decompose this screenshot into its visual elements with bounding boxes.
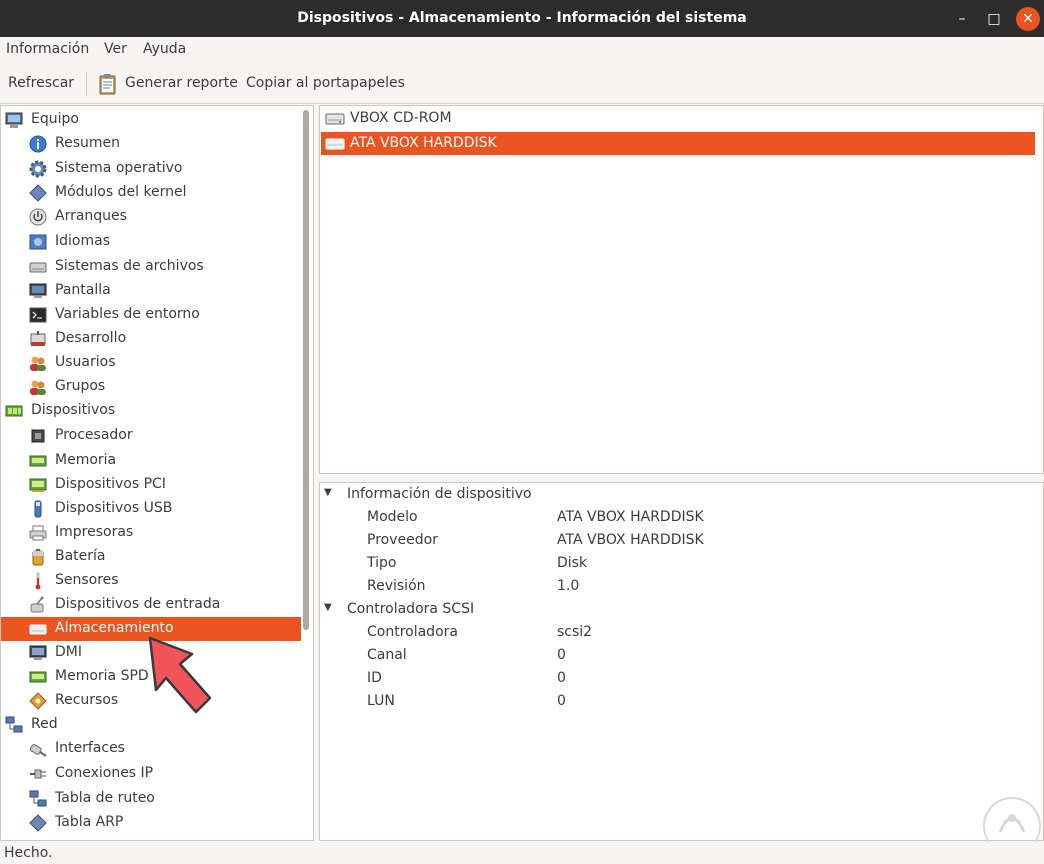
cdrom-icon (325, 113, 345, 125)
menu-bar: Información Ver Ayuda (0, 37, 1044, 63)
sidebar-item-dispositivos-pci[interactable]: Dispositivos PCI (1, 473, 301, 497)
diamond-icon (29, 184, 47, 202)
monitor-icon (29, 283, 47, 298)
sidebar-item-sistemas-archivos[interactable]: Sistemas de archivos (1, 255, 301, 279)
arp-icon (29, 814, 47, 832)
sidebar-item-arranques[interactable]: Arranques (1, 205, 301, 229)
sidebar-item-procesador[interactable]: Procesador (1, 424, 301, 448)
toolbar: Refrescar Generar reporte Copiar al port… (0, 63, 1044, 104)
minimize-button[interactable]: – (950, 7, 974, 31)
menu-informacion[interactable]: Información (6, 41, 89, 57)
sidebar-item-dispositivos-entrada[interactable]: Dispositivos de entrada (1, 593, 301, 617)
sidebar-item-impresoras[interactable]: Impresoras (1, 521, 301, 545)
device-item-vbox-cdrom[interactable]: VBOX CD-ROM (321, 107, 1035, 130)
sidebar-item-grupos[interactable]: Grupos (1, 375, 301, 399)
detail-row: Tipo Disk (367, 555, 588, 571)
devtools-icon (30, 331, 46, 346)
network-icon (5, 716, 23, 733)
sidebar-item-conexiones-ip[interactable]: Conexiones IP (1, 762, 301, 786)
close-button[interactable]: ✕ (1016, 7, 1040, 31)
pci-icon (29, 478, 47, 492)
sidebar-item-interfaces[interactable]: Interfaces (1, 737, 301, 761)
sidebar-scrollbar[interactable] (303, 110, 309, 630)
maximize-button[interactable]: □ (982, 7, 1006, 31)
flag-icon (29, 234, 47, 250)
expander-down-icon[interactable]: ▼ (324, 602, 332, 613)
device-item-ata-vbox-harddisk[interactable]: ATA VBOX HARDDISK (321, 132, 1035, 155)
detail-row: Proveedor ATA VBOX HARDDISK (367, 532, 704, 548)
sidebar-item-dispositivos-usb[interactable]: Dispositivos USB (1, 497, 301, 521)
resources-icon (29, 692, 47, 710)
memory-icon (29, 455, 47, 467)
refresh-button[interactable]: Refrescar (8, 75, 74, 91)
detail-row: Revisión 1.0 (367, 578, 580, 594)
title-bar: Dispositivos - Almacenamiento - Informac… (0, 0, 1044, 37)
dmi-icon (29, 645, 47, 660)
status-bar: Hecho. (0, 842, 1044, 864)
cpu-icon (31, 429, 45, 443)
window-title: Dispositivos - Almacenamiento - Informac… (297, 10, 747, 26)
board-icon (5, 405, 23, 417)
info-icon (29, 135, 47, 153)
sidebar-item-tabla-ruteo[interactable]: Tabla de ruteo (1, 787, 301, 811)
sidebar-item-red[interactable]: Red (1, 713, 301, 737)
status-text: Hecho. (4, 845, 53, 861)
section-informacion-dispositivo[interactable]: ▼ Información de dispositivo (320, 484, 1020, 507)
sidebar-item-modulos-kernel[interactable]: Módulos del kernel (1, 181, 301, 205)
detail-row: Controladora scsi2 (367, 624, 593, 640)
sidebar-item-tabla-arp[interactable]: Tabla ARP (1, 811, 301, 835)
sidebar-item-memoria[interactable]: Memoria (1, 449, 301, 473)
expander-down-icon[interactable]: ▼ (324, 487, 332, 498)
spd-icon (29, 671, 47, 683)
section-controladora-scsi[interactable]: ▼ Controladora SCSI (320, 599, 1020, 622)
copy-to-clipboard-button[interactable]: Copiar al portapapeles (246, 75, 405, 91)
plug-icon (30, 769, 46, 779)
interfaces-icon (29, 744, 47, 757)
usb-icon (34, 500, 42, 518)
groups-icon (30, 380, 46, 395)
sidebar-item-equipo[interactable]: Equipo (1, 108, 301, 132)
menu-ayuda[interactable]: Ayuda (143, 41, 186, 57)
sidebar-item-pantalla[interactable]: Pantalla (1, 279, 301, 303)
detail-row: Canal 0 (367, 647, 566, 663)
sidebar-item-bateria[interactable]: Batería (1, 545, 301, 569)
input-device-icon (30, 596, 44, 613)
sidebar-item-sensores[interactable]: Sensores (1, 569, 301, 593)
detail-row: ID 0 (367, 670, 566, 686)
detail-row: Modelo ATA VBOX HARDDISK (367, 509, 704, 525)
storage-icon (29, 624, 47, 635)
sidebar-item-idiomas[interactable]: Idiomas (1, 230, 301, 254)
battery-icon (32, 549, 44, 566)
terminal-icon (29, 307, 47, 323)
detail-row: LUN 0 (367, 693, 566, 709)
toolbar-separator (86, 72, 87, 96)
routing-icon (29, 790, 47, 807)
thermometer-icon (35, 572, 41, 590)
gear-icon (29, 160, 47, 178)
device-details: ▼ Información de dispositivo Modelo ATA … (319, 482, 1044, 841)
sidebar-item-desarrollo[interactable]: Desarrollo (1, 327, 301, 351)
printer-icon (29, 525, 47, 541)
menu-ver[interactable]: Ver (104, 41, 127, 57)
sidebar-tree: Equipo Resumen Sistema operativo Módulos… (0, 105, 314, 841)
power-icon (29, 208, 47, 226)
sidebar-item-variables-entorno[interactable]: Variables de entorno (1, 303, 301, 327)
sidebar-item-resumen[interactable]: Resumen (1, 132, 301, 156)
users-icon (30, 356, 46, 371)
generate-report-button[interactable]: Generar reporte (125, 75, 238, 91)
sidebar-item-sistema-operativo[interactable]: Sistema operativo (1, 157, 301, 181)
sidebar-item-dispositivos[interactable]: Dispositivos (1, 399, 301, 423)
harddisk-icon (325, 138, 345, 150)
sidebar-item-usuarios[interactable]: Usuarios (1, 351, 301, 375)
clipboard-report-icon[interactable] (98, 73, 118, 95)
drive-icon (29, 262, 47, 273)
pointer-arrow-icon (148, 636, 212, 714)
computer-icon (5, 112, 23, 128)
device-list: VBOX CD-ROM ATA VBOX HARDDISK (319, 105, 1044, 474)
